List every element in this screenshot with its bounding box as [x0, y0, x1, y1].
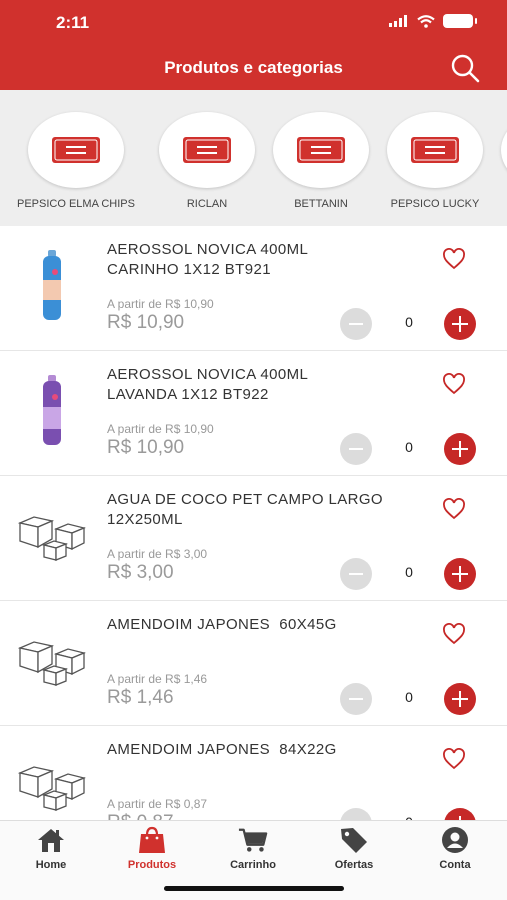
- tag-icon: [341, 828, 367, 853]
- product-item[interactable]: AMENDOIM JAPONES 60X45G A partir de R$ 1…: [0, 601, 507, 726]
- product-item[interactable]: AGUA DE COCO PET CAMPO LARGO 12X250ML A …: [0, 476, 507, 601]
- category-label: PEPSICO LUCKY: [390, 198, 480, 210]
- quantity-value: 0: [405, 689, 413, 705]
- tab-ofertas[interactable]: Ofertas: [309, 827, 399, 871]
- product-price: R$ 10,90: [107, 312, 185, 333]
- tab-produtos[interactable]: Produtos: [107, 826, 197, 871]
- product-from-price: A partir de R$ 0,87: [107, 797, 208, 811]
- category-badge: [501, 112, 507, 188]
- category-badge: [387, 112, 483, 188]
- tab-label: Produtos: [127, 859, 177, 871]
- product-name: AMENDOIM JAPONES 84X22G: [107, 741, 337, 758]
- battery-icon: [443, 14, 477, 28]
- product-image: [18, 248, 86, 324]
- app-header: 2:11 Produtos e categorias: [0, 0, 507, 90]
- status-time: 2:11: [56, 13, 90, 32]
- decrease-quantity-button[interactable]: [340, 558, 372, 590]
- category-badge: [159, 112, 255, 188]
- category-badge: [28, 112, 124, 188]
- tab-conta[interactable]: Conta: [410, 827, 500, 871]
- page-title: Produtos e categorias: [164, 58, 343, 77]
- heart-icon[interactable]: [442, 373, 466, 395]
- product-item[interactable]: AEROSSOL NOVICA 400ML CARINHO 1X12 BT921…: [0, 226, 507, 351]
- decrease-quantity-button[interactable]: [340, 433, 372, 465]
- product-from-price: A partir de R$ 1,46: [107, 672, 208, 686]
- product-price: R$ 3,00: [107, 562, 174, 583]
- product-image: [18, 623, 86, 699]
- product-name: AEROSSOL NOVICA 400ML LAVANDA 1X12 BT922: [107, 366, 309, 403]
- user-icon: [442, 827, 468, 853]
- home-indicator: [164, 886, 344, 891]
- boxes-placeholder-icon: [18, 516, 86, 561]
- product-from-price: A partir de R$ 3,00: [107, 547, 208, 561]
- increase-quantity-button[interactable]: [444, 683, 476, 715]
- ticket-icon: [411, 137, 459, 163]
- cart-icon: [238, 828, 268, 852]
- aerosol-can-icon: [43, 375, 61, 445]
- quantity-value: 0: [405, 564, 413, 580]
- product-image: [18, 498, 86, 574]
- category-badge: [273, 112, 369, 188]
- boxes-placeholder-icon: [18, 766, 86, 811]
- ticket-icon: [183, 137, 231, 163]
- boxes-placeholder-icon: [18, 641, 86, 686]
- category-label: PEPSICO ELMA CHIPS: [17, 198, 135, 210]
- product-name: AEROSSOL NOVICA 400ML CARINHO 1X12 BT921: [107, 241, 309, 278]
- heart-icon[interactable]: [442, 248, 466, 270]
- product-price: R$ 10,90: [107, 437, 185, 458]
- quantity-value: 0: [405, 314, 413, 330]
- category-carousel[interactable]: PEPSICO ELMA CHIPS RICLAN BETTANIN PEPSI…: [0, 90, 507, 226]
- heart-icon[interactable]: [442, 623, 466, 645]
- product-from-price: A partir de R$ 10,90: [107, 297, 214, 311]
- home-icon: [38, 829, 64, 852]
- tab-carrinho[interactable]: Carrinho: [208, 827, 298, 871]
- tab-label: Home: [35, 859, 67, 871]
- increase-quantity-button[interactable]: [444, 433, 476, 465]
- aerosol-can-icon: [43, 250, 61, 320]
- heart-icon[interactable]: [442, 748, 466, 770]
- product-image: [18, 373, 86, 449]
- product-item[interactable]: AEROSSOL NOVICA 400ML LAVANDA 1X12 BT922…: [0, 351, 507, 476]
- product-price: R$ 1,46: [107, 687, 174, 708]
- tab-label: Ofertas: [334, 859, 374, 871]
- ticket-icon: [52, 137, 100, 163]
- increase-quantity-button[interactable]: [444, 558, 476, 590]
- ticket-icon: [297, 137, 345, 163]
- product-image: [18, 748, 86, 824]
- product-name: AGUA DE COCO PET CAMPO LARGO 12X250ML: [107, 491, 383, 528]
- decrease-quantity-button[interactable]: [340, 308, 372, 340]
- status-icons: [389, 14, 477, 28]
- bag-icon: [139, 826, 165, 853]
- tab-label: Carrinho: [230, 859, 276, 871]
- tab-label: Conta: [439, 859, 471, 871]
- search-icon[interactable]: [449, 52, 481, 84]
- quantity-value: 0: [405, 439, 413, 455]
- product-from-price: A partir de R$ 10,90: [107, 422, 214, 436]
- wifi-icon: [417, 14, 435, 28]
- heart-icon[interactable]: [442, 498, 466, 520]
- decrease-quantity-button[interactable]: [340, 683, 372, 715]
- tab-home[interactable]: Home: [6, 827, 96, 871]
- signal-icon: [389, 15, 407, 27]
- product-name: AMENDOIM JAPONES 60X45G: [107, 616, 337, 633]
- increase-quantity-button[interactable]: [444, 308, 476, 340]
